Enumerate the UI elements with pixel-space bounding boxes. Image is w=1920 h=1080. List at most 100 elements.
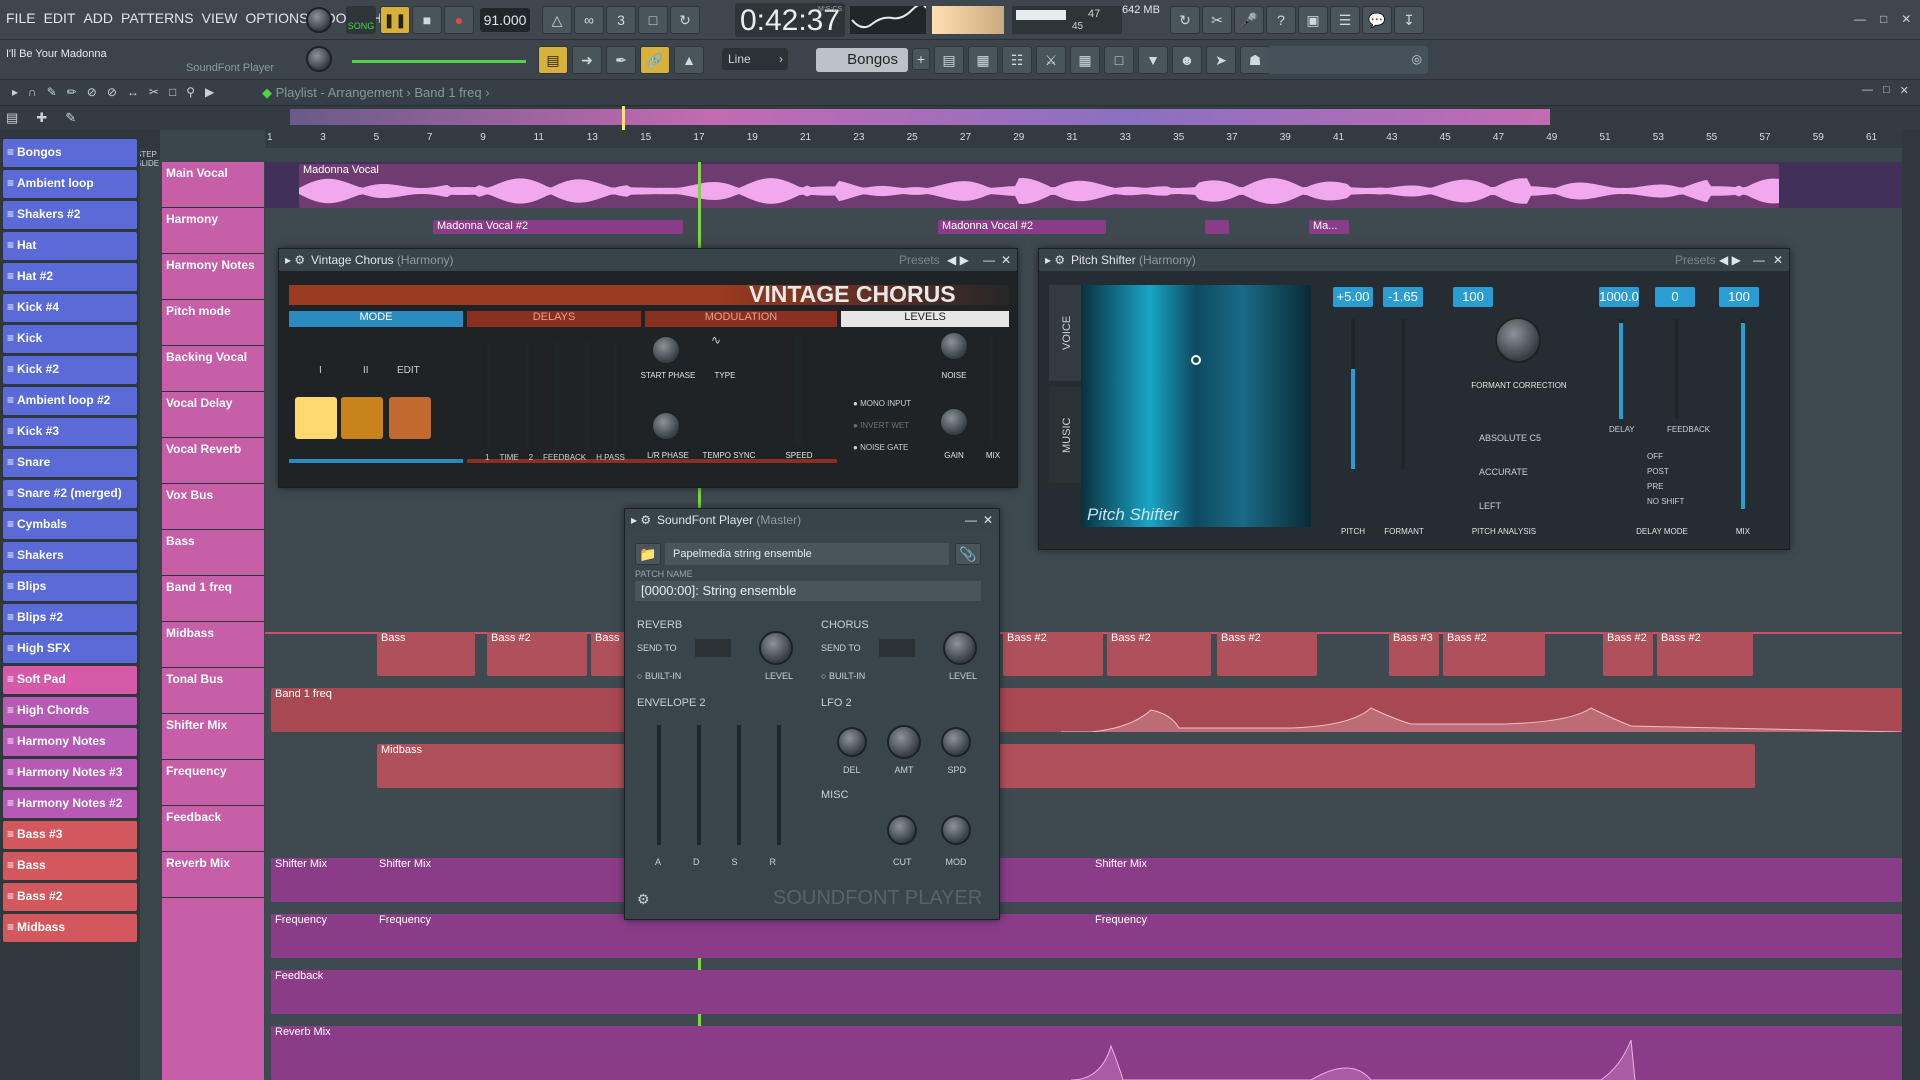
preset-nav-icon[interactable]: ◀ ▶ bbox=[1719, 249, 1741, 271]
track-header[interactable]: Vocal Delay bbox=[162, 392, 264, 438]
menu-view[interactable]: VIEW bbox=[202, 10, 238, 26]
stop-button[interactable]: ■ bbox=[412, 6, 442, 34]
channel-button[interactable]: Kick #3 bbox=[3, 418, 137, 446]
delay-2-slider[interactable] bbox=[555, 341, 559, 451]
decay-slider[interactable] bbox=[697, 725, 701, 845]
render-button[interactable]: ☰ bbox=[1330, 6, 1360, 34]
breadcrumb-track[interactable]: Band 1 freq bbox=[414, 85, 481, 100]
channel-button[interactable]: Hat bbox=[3, 232, 137, 260]
time-slider[interactable] bbox=[525, 341, 529, 451]
audio-input-button[interactable]: 🎤 bbox=[1234, 6, 1264, 34]
maximize-icon[interactable]: □ bbox=[1883, 84, 1890, 97]
channel-button[interactable]: Bongos bbox=[3, 139, 137, 167]
track-header[interactable]: Frequency bbox=[162, 760, 264, 806]
channel-button[interactable]: Harmony Notes #2 bbox=[3, 790, 137, 818]
chorus-builtin-toggle[interactable]: ○ BUILT-IN bbox=[821, 671, 865, 681]
maximize-icon[interactable]: □ bbox=[1880, 12, 1887, 26]
horizontal-scrollbar[interactable] bbox=[290, 109, 1550, 125]
close-icon[interactable]: ✕ bbox=[1001, 249, 1011, 271]
preset-nav-icon[interactable]: ◀ ▶ bbox=[947, 249, 969, 271]
track-header[interactable]: Vocal Reverb bbox=[162, 438, 264, 484]
presets-label[interactable]: Presets bbox=[899, 249, 940, 271]
plugin-menu-icon[interactable]: ▸ ⚙ bbox=[631, 509, 651, 531]
loop-record-button[interactable]: ↻ bbox=[670, 6, 700, 34]
piano-roll-button[interactable]: ▦ bbox=[968, 46, 998, 74]
channel-button[interactable]: Harmony Notes bbox=[3, 728, 137, 756]
save-button[interactable]: ▣ bbox=[1298, 6, 1328, 34]
snap-link-button[interactable]: 🔗 bbox=[640, 46, 670, 74]
lfo-speed-knob[interactable] bbox=[941, 727, 971, 757]
delay-mode-off[interactable]: OFF bbox=[1647, 449, 1684, 464]
wait-input-button[interactable]: ∞ bbox=[574, 6, 604, 34]
add-pattern-button[interactable]: + bbox=[912, 48, 930, 70]
touch-controller-button[interactable]: ☻ bbox=[1172, 46, 1202, 74]
channel-button[interactable]: Snare bbox=[3, 449, 137, 477]
track-header[interactable]: Main Vocal bbox=[162, 162, 264, 208]
formant-value[interactable]: -1.65 bbox=[1383, 287, 1423, 307]
madonna-vocal-2-clip-a[interactable]: Madonna Vocal #2 bbox=[433, 220, 683, 234]
zoom-icon[interactable]: ⚲ bbox=[186, 85, 195, 99]
news-panel[interactable]: ◎ bbox=[1268, 46, 1428, 74]
slip-icon[interactable]: ↔ bbox=[127, 85, 139, 99]
channel-button[interactable]: High Chords bbox=[3, 697, 137, 725]
speed-slider[interactable] bbox=[794, 335, 802, 445]
madonna-vocal-2-clip-c[interactable] bbox=[1205, 220, 1229, 234]
delay-value[interactable]: 1000.0 bbox=[1599, 287, 1639, 307]
channel-button[interactable]: Ambient loop #2 bbox=[3, 387, 137, 415]
metronome-button[interactable]: △ bbox=[542, 6, 572, 34]
formant-correction-knob[interactable] bbox=[1495, 317, 1541, 363]
track-header[interactable]: Vox Bus bbox=[162, 484, 264, 530]
track-header[interactable]: Reverb Mix bbox=[162, 852, 264, 898]
master-pitch-knob[interactable] bbox=[306, 46, 332, 72]
delete-icon[interactable]: ⊘ bbox=[87, 85, 97, 99]
feedback-value[interactable]: 0 bbox=[1655, 287, 1695, 307]
track-header[interactable]: Tonal Bus bbox=[162, 668, 264, 714]
mute-icon[interactable]: ⊘ bbox=[107, 85, 117, 99]
pitch-value[interactable]: +5.00 bbox=[1333, 287, 1373, 307]
mixer-button[interactable]: ▤ bbox=[934, 46, 964, 74]
pitch-slider[interactable] bbox=[1351, 319, 1355, 469]
attach-button[interactable]: 📎 bbox=[955, 543, 981, 565]
channel-rack-button[interactable]: ☷ bbox=[1002, 46, 1032, 74]
tempo-display[interactable]: 91.000 bbox=[480, 8, 530, 32]
release-slider[interactable] bbox=[777, 725, 781, 845]
settings-icon[interactable]: ⚙ bbox=[637, 891, 650, 908]
brush-button[interactable]: ✒ bbox=[606, 46, 636, 74]
invert-wet-toggle[interactable]: ● INVERT WET bbox=[853, 415, 911, 437]
cut-button[interactable]: ✂ bbox=[1202, 6, 1232, 34]
start-phase-knob[interactable] bbox=[651, 335, 681, 365]
playback-icon[interactable]: ▶ bbox=[205, 85, 214, 99]
channel-button[interactable]: Cymbals bbox=[3, 511, 137, 539]
vintage-chorus-titlebar[interactable]: ▸ ⚙ Vintage Chorus (Harmony) Presets ◀ ▶… bbox=[279, 249, 1017, 271]
lr-phase-knob[interactable] bbox=[651, 411, 681, 441]
frequency-clip[interactable]: Frequency Frequency Frequency bbox=[271, 914, 1905, 958]
reverb-builtin-toggle[interactable]: ○ BUILT-IN bbox=[637, 671, 681, 681]
pencil-icon[interactable]: ✎ bbox=[65, 110, 76, 126]
bass-2-clip-5[interactable]: Bass #2 bbox=[1443, 632, 1545, 676]
pitch-shifter-titlebar[interactable]: ▸ ⚙ Pitch Shifter (Harmony) Presets ◀ ▶ … bbox=[1039, 249, 1789, 271]
menu-edit[interactable]: EDIT bbox=[44, 10, 76, 26]
plugin-picker-button[interactable]: ▦ bbox=[1070, 46, 1100, 74]
feedback-slider[interactable] bbox=[585, 341, 589, 451]
mixer-view-button[interactable]: ⚔ bbox=[1036, 46, 1066, 74]
presets-label[interactable]: Presets bbox=[1675, 249, 1716, 271]
cross-icon[interactable]: ✚ bbox=[36, 110, 47, 126]
feedback-clip[interactable]: Feedback bbox=[271, 970, 1905, 1014]
minimize-icon[interactable]: — bbox=[1862, 84, 1873, 97]
sustain-slider[interactable] bbox=[737, 725, 741, 845]
playlist-button[interactable]: ▤ bbox=[538, 46, 568, 74]
bass-2-clip-7[interactable]: Bass #2 bbox=[1657, 632, 1753, 676]
minimize-icon[interactable]: — bbox=[1854, 12, 1866, 26]
ma-clip[interactable]: Ma... bbox=[1309, 220, 1349, 234]
download-button[interactable]: ↧ bbox=[1394, 6, 1424, 34]
madonna-vocal-clip[interactable]: Madonna Vocal bbox=[299, 164, 1779, 208]
record-button[interactable]: ● bbox=[444, 6, 474, 34]
minimize-icon[interactable]: — bbox=[983, 249, 995, 271]
pattern-selector[interactable]: Bongos bbox=[816, 48, 908, 72]
help-button[interactable]: ? bbox=[1266, 6, 1296, 34]
menu-patterns[interactable]: PATTERNS bbox=[121, 10, 194, 26]
lfo-amount-knob[interactable] bbox=[887, 725, 921, 759]
track-header[interactable]: Band 1 freq bbox=[162, 576, 264, 622]
track-header[interactable]: Pitch mode bbox=[162, 300, 264, 346]
play-button[interactable]: ❚❚ bbox=[380, 6, 410, 34]
